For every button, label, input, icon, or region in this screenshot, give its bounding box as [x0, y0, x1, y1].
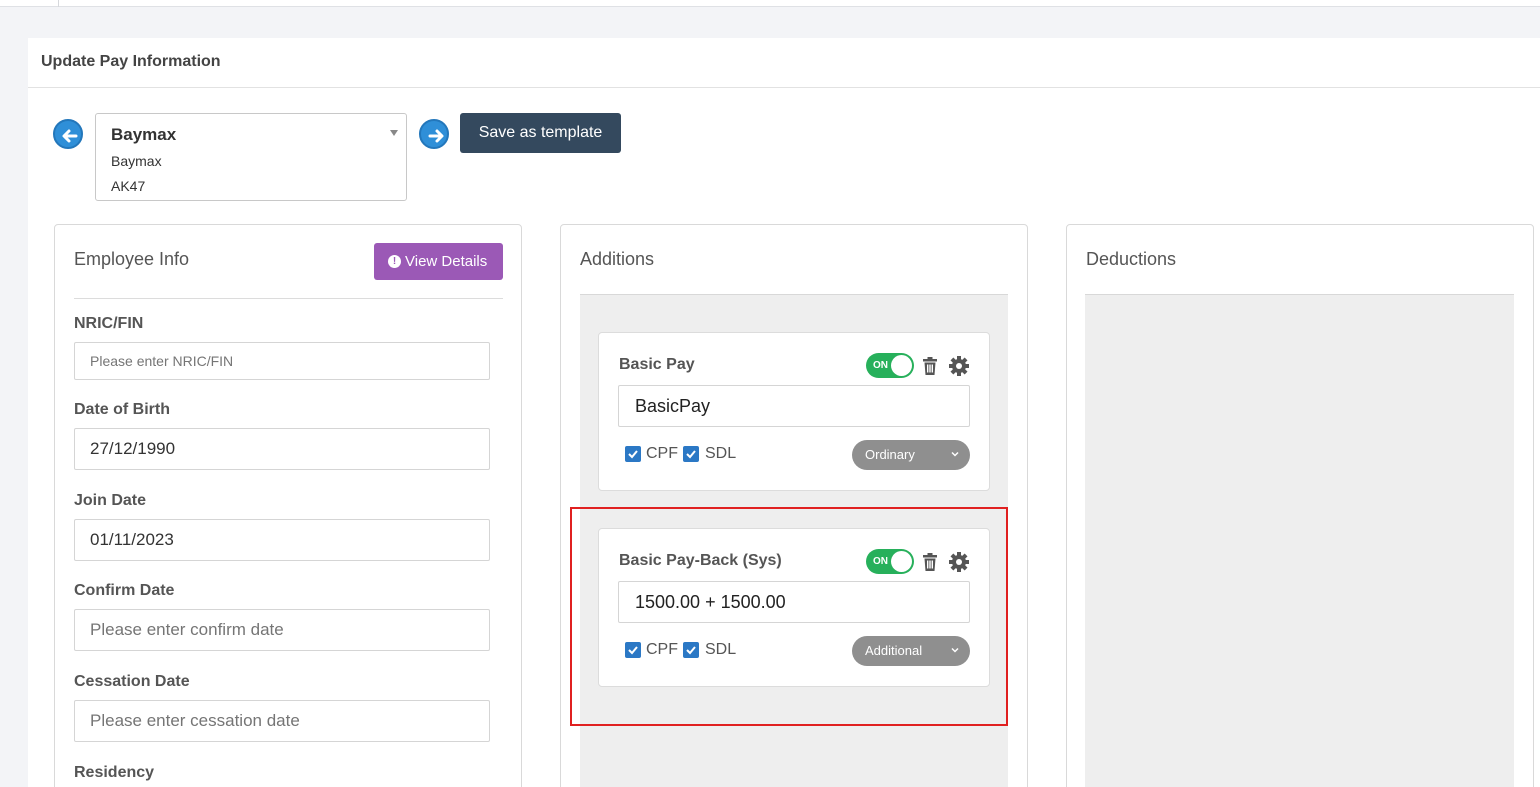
sdl-checkbox[interactable]: [683, 446, 699, 462]
selected-employee-line2: Baymax: [111, 153, 162, 169]
gear-icon[interactable]: [949, 356, 969, 376]
deductions-title: Deductions: [1086, 249, 1177, 269]
exclamation-circle-icon: !: [388, 255, 401, 268]
dob-input[interactable]: 27/12/1990: [74, 428, 490, 470]
view-details-label: View Details: [405, 253, 488, 270]
join-date-label: Join Date: [74, 492, 147, 509]
pay-item-title: Basic Pay: [619, 356, 695, 373]
toggle-knob: [891, 355, 912, 376]
employee-select[interactable]: Baymax Baymax AK47: [95, 113, 407, 201]
selected-employee-name: Baymax: [111, 125, 177, 144]
save-as-template-button[interactable]: Save as template: [460, 113, 621, 153]
previous-employee-button[interactable]: [53, 119, 83, 149]
top-bar: [0, 0, 1540, 7]
deductions-list-area: [1085, 294, 1514, 787]
nric-label: NRIC/FIN: [74, 315, 144, 332]
check-icon: [628, 450, 638, 459]
additions-divider: [580, 294, 1008, 295]
view-details-button[interactable]: ! View Details: [374, 243, 503, 280]
pay-item-formula-input[interactable]: BasicPay: [618, 385, 970, 427]
panel-divider: [28, 87, 1540, 88]
additions-title: Additions: [580, 249, 655, 269]
cpf-checkbox[interactable]: [625, 446, 641, 462]
trash-icon[interactable]: [922, 357, 938, 375]
cpf-label: CPF: [646, 445, 678, 462]
highlight-box: [570, 507, 1008, 726]
arrow-right-icon: [428, 129, 444, 143]
pay-type-value: Ordinary: [865, 447, 915, 462]
employee-info-title: Employee Info: [74, 249, 190, 269]
pay-type-select[interactable]: Ordinary: [852, 440, 970, 470]
confirm-date-input[interactable]: [74, 609, 490, 651]
chevron-down-icon: [951, 451, 959, 457]
cessation-date-label: Cessation Date: [74, 673, 190, 690]
sdl-label: SDL: [705, 445, 737, 462]
caret-down-icon: [390, 130, 398, 136]
cessation-date-input[interactable]: [74, 700, 490, 742]
residency-label: Residency: [74, 764, 155, 781]
pay-item-toggle[interactable]: ON: [866, 353, 914, 378]
top-bar-divider: [58, 0, 59, 7]
dob-label: Date of Birth: [74, 401, 170, 418]
check-icon: [686, 450, 696, 459]
arrow-left-icon: [62, 129, 78, 143]
pay-item-card: Basic Pay ON BasicPay CPF SDL Ordinary: [598, 332, 990, 491]
next-employee-button[interactable]: [419, 119, 449, 149]
deductions-divider: [1085, 294, 1514, 295]
join-date-input[interactable]: 01/11/2023: [74, 519, 490, 561]
page-title: Update Pay Information: [41, 53, 221, 70]
confirm-date-label: Confirm Date: [74, 582, 175, 599]
selected-employee-line3: AK47: [111, 178, 146, 194]
nric-input[interactable]: [74, 342, 490, 380]
employee-info-divider: [74, 298, 503, 299]
toggle-label: ON: [873, 360, 888, 371]
